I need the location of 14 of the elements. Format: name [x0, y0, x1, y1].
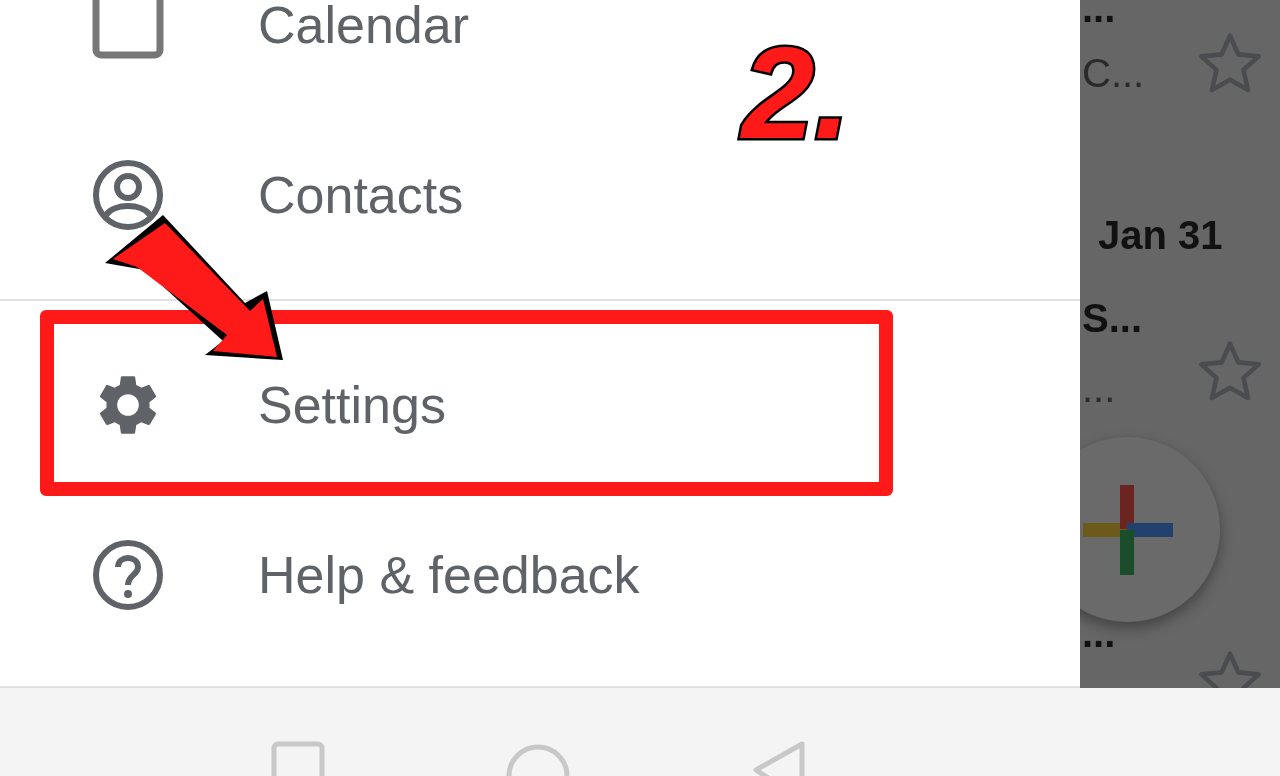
menu-item-label[interactable]: Calendar [258, 0, 470, 51]
email-snippet: C... [1082, 53, 1145, 93]
step-number: 2. [742, 28, 851, 158]
email-snippet: ... [1082, 368, 1116, 408]
plus-icon [1082, 484, 1173, 575]
email-snippet: ... [1082, 0, 1116, 28]
menu-item-label[interactable]: Contacts [258, 169, 464, 221]
help-icon [92, 539, 164, 611]
recent-apps-icon[interactable] [269, 740, 326, 776]
email-snippet: S... [1082, 298, 1143, 338]
email-snippet: ... [1082, 613, 1116, 653]
calendar-icon [92, 0, 164, 61]
person-circle-icon [92, 159, 164, 231]
email-snippet: Jan 31 [1098, 215, 1223, 255]
